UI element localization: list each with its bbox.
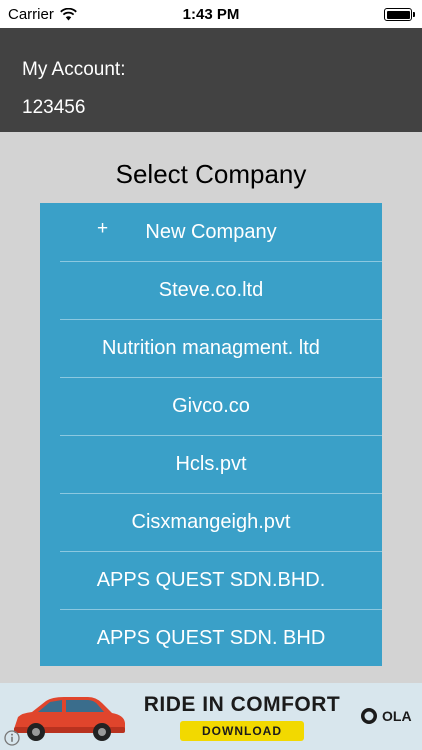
battery-icon [384,8,415,21]
new-company-button[interactable]: + New Company [40,203,382,261]
list-item[interactable]: APPS QUEST SDN. BHD [40,609,382,667]
account-label: My Account: [22,59,126,80]
ola-logo: OLA [360,707,412,725]
screen: Carrier 1:43 PM My Account: 123456 Selec… [0,0,422,750]
list-item-label: Steve.co.ltd [158,278,264,301]
ola-logo-text: OLA [382,708,412,724]
ad-download-button[interactable]: DOWNLOAD [180,721,304,741]
account-number: 123456 [22,97,86,118]
list-item[interactable]: Cisxmangeigh.pvt [40,493,382,551]
page-title: Select Company [115,159,307,189]
car-icon [14,697,125,741]
list-item-label: APPS QUEST SDN.BHD. [96,568,326,591]
ola-logo-icon [361,708,377,724]
account-header: My Account: 123456 [0,28,422,132]
ad-banner[interactable]: RIDE IN COMFORT DOWNLOAD OLA [0,683,422,750]
list-item-label: Nutrition managment. ltd [102,336,320,359]
list-item[interactable]: Steve.co.ltd [40,261,382,319]
ad-headline: RIDE IN COMFORT [143,693,341,716]
list-item[interactable]: Givco.co [40,377,382,435]
list-item-label: APPS QUEST SDN. BHD [96,626,326,649]
info-icon[interactable] [4,730,20,746]
list-item[interactable]: APPS QUEST SDN.BHD. [40,551,382,609]
status-time: 1:43 PM [182,6,240,23]
list-item-label: Cisxmangeigh.pvt [131,510,291,533]
list-item[interactable]: Hcls.pvt [40,435,382,493]
list-item-label: New Company [145,220,277,243]
plus-icon: + [97,218,109,239]
list-item-label: Hcls.pvt [175,452,247,475]
list-item-label: Givco.co [172,394,250,417]
list-item[interactable]: Nutrition managment. ltd [40,319,382,377]
status-bar: Carrier 1:43 PM [0,0,422,28]
company-list: + New Company Steve.co.ltd Nutrition man… [40,203,382,666]
